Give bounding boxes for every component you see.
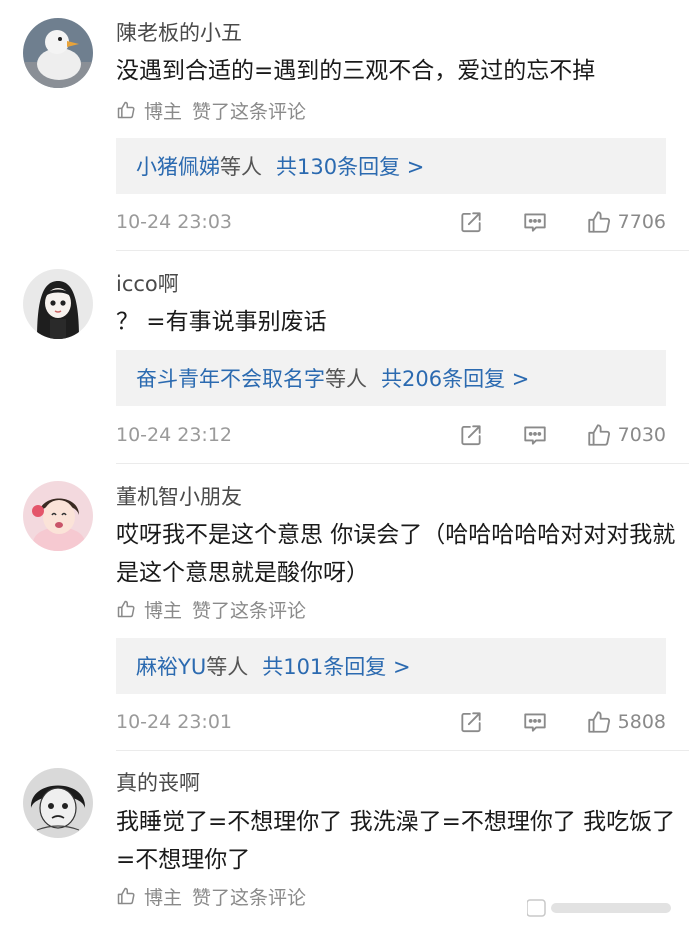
comment-button[interactable] (522, 209, 548, 235)
comment-icon (523, 426, 546, 445)
username[interactable]: icco啊 (116, 270, 179, 298)
comment-footer: 10-24 23:01 5808 (116, 707, 666, 737)
liked-label: 赞了这条评论 (192, 599, 307, 622)
thumb-up-icon (587, 711, 610, 733)
comment-icon (523, 213, 546, 232)
liked-label: 赞了这条评论 (192, 886, 307, 909)
share-icon (461, 712, 481, 733)
share-button[interactable] (458, 709, 484, 735)
blogger-label: 博主 (144, 100, 183, 123)
comment-item: icco啊 ？ =有事说事别废话 奋斗青年不会取名字 等人 共206条回复 > … (0, 251, 689, 463)
reply-count-link[interactable]: 共206条回复 > (381, 363, 529, 393)
thumb-up-icon (117, 600, 135, 618)
blogger-liked-badge: 博主 赞了这条评论 (116, 596, 306, 622)
share-button[interactable] (458, 209, 484, 235)
comment-text: ？ =有事说事别废话 (116, 309, 327, 335)
like-button[interactable]: 5808 (586, 709, 666, 735)
reply-user-link[interactable]: 小猪佩娣 (136, 151, 220, 181)
comment-footer: 10-24 23:12 7030 (116, 420, 666, 450)
replies-preview[interactable]: 小猪佩娣 等人 共130条回复 > (116, 138, 666, 194)
replies-preview[interactable]: 奋斗青年不会取名字 等人 共206条回复 > (116, 350, 666, 406)
share-icon (461, 425, 481, 446)
thumb-up-icon (587, 211, 610, 233)
timestamp: 10-24 23:01 (116, 711, 233, 733)
reply-count-link[interactable]: 共101条回复 > (262, 651, 410, 681)
username[interactable]: 陳老板的小五 (116, 19, 242, 47)
avatar[interactable] (23, 18, 93, 88)
comment-icon (523, 713, 546, 732)
username[interactable]: 真的丧啊 (116, 769, 200, 797)
blogger-liked-badge: 博主 赞了这条评论 (116, 97, 306, 123)
like-count: 5808 (617, 711, 666, 733)
username[interactable]: 董机智小朋友 (116, 483, 242, 511)
avatar[interactable] (23, 481, 93, 551)
replies-preview[interactable]: 麻裕YU 等人 共101条回复 > (116, 638, 666, 694)
comment-button[interactable] (522, 422, 548, 448)
like-button[interactable]: 7706 (586, 209, 666, 235)
reply-etc-label: 等人 (206, 655, 249, 679)
comment-button[interactable] (522, 709, 548, 735)
avatar[interactable] (23, 269, 93, 339)
like-count: 7030 (617, 424, 666, 446)
timestamp: 10-24 23:12 (116, 424, 233, 446)
reply-user-link[interactable]: 奋斗青年不会取名字 (136, 363, 325, 393)
comment-item: 董机智小朋友 哎呀我不是这个意思 你误会了（哈哈哈哈哈对对对我就是这个意思就是酸… (0, 464, 689, 750)
reply-user-link[interactable]: 麻裕YU (136, 651, 206, 681)
reply-etc-label: 等人 (325, 367, 367, 391)
thumb-up-icon (117, 887, 135, 905)
reply-etc-label: 等人 (220, 155, 262, 179)
liked-label: 赞了这条评论 (192, 100, 307, 123)
blogger-label: 博主 (144, 886, 183, 909)
thumb-up-icon (587, 424, 610, 446)
timestamp: 10-24 23:03 (116, 211, 233, 233)
avatar[interactable] (23, 768, 93, 838)
watermark-icon (527, 897, 677, 919)
comment-text: 哎呀我不是这个意思 你误会了（哈哈哈哈哈对对对我就是这个意思就是酸你呀） (116, 522, 676, 586)
blogger-label: 博主 (144, 599, 183, 622)
thumb-up-icon (117, 101, 135, 119)
share-button[interactable] (458, 422, 484, 448)
like-count: 7706 (617, 211, 666, 233)
comment-footer: 10-24 23:03 7706 (116, 207, 666, 237)
reply-count-link[interactable]: 共130条回复 > (276, 151, 424, 181)
like-button[interactable]: 7030 (586, 422, 666, 448)
comment-text: 我睡觉了=不想理你了 我洗澡了=不想理你了 我吃饭了=不想理你了 (116, 809, 676, 873)
share-icon (461, 212, 481, 233)
comment-text: 没遇到合适的=遇到的三观不合，爱过的忘不掉 (116, 58, 596, 84)
comment-item: 陳老板的小五 没遇到合适的=遇到的三观不合，爱过的忘不掉 博主 赞了这条评论 小… (0, 0, 689, 250)
blogger-liked-badge: 博主 赞了这条评论 (116, 883, 306, 909)
